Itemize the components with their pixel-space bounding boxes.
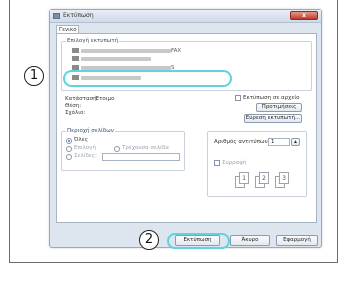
copies-input[interactable]: 1 <box>268 138 290 146</box>
collate-checkbox[interactable] <box>214 160 220 166</box>
redacted-name <box>81 65 171 70</box>
printer-icon <box>53 13 60 19</box>
copies-label: Αριθμός αντιτύπων: <box>214 139 270 145</box>
print-dialog: Εκτύπωση x Γενικό Επιλογή εκτυπωτή FAX S… <box>49 9 322 248</box>
location-label: Θέση: <box>65 103 82 109</box>
cancel-button[interactable]: Άκυρο <box>230 235 270 246</box>
printer-item-hidden <box>72 56 151 63</box>
print-to-file-label: Εκτύπωση σε αρχείο <box>243 95 300 101</box>
copies-stepper[interactable]: ▴ <box>291 138 300 146</box>
copies-value: 1 <box>271 139 275 145</box>
dialog-title: Εκτύπωση <box>63 12 94 19</box>
selection-label: Επιλογή <box>74 145 97 151</box>
current-page-radio[interactable] <box>114 146 120 152</box>
pages-input[interactable] <box>102 153 180 161</box>
all-pages-label: Όλες <box>74 137 88 143</box>
current-page-label: Τρέχουσα σελίδα <box>122 145 169 151</box>
printer-select-title: Επιλογή εκτυπωτή <box>66 38 120 44</box>
apply-button[interactable]: Εφαρμογή <box>276 235 318 246</box>
page-range-group: Περιοχή σελίδων Όλες Επιλογή Τρέχουσα σε… <box>61 128 185 171</box>
collate-page: 2 <box>259 172 269 184</box>
frame-left-line <box>9 0 10 263</box>
preferences-button[interactable]: Προτιμήσεις <box>256 103 302 112</box>
selection-radio[interactable] <box>66 146 72 152</box>
collate-page: 3 <box>279 172 289 184</box>
printer-highlight <box>63 70 232 87</box>
title-bar: Εκτύπωση x <box>50 10 321 23</box>
frame-bottom-line <box>9 262 338 263</box>
pages-radio[interactable] <box>66 154 72 160</box>
close-button[interactable]: x <box>290 11 318 20</box>
printer-icon <box>72 56 79 61</box>
status-value: Έτοιμο <box>95 96 115 102</box>
redacted-name <box>81 48 171 53</box>
find-printer-button[interactable]: Εύρεση εκτυπωτή... <box>244 114 302 123</box>
collate-illustration: 1 1 2 2 3 3 <box>221 168 289 190</box>
callout-two: 2 <box>139 230 159 250</box>
printer-suffix: FAX <box>171 48 182 54</box>
redacted-name <box>81 56 151 61</box>
status-label: Κατάσταση: <box>65 96 99 102</box>
frame-right-line <box>337 0 338 263</box>
printer-icon <box>72 48 79 53</box>
general-panel: Επιλογή εκτυπωτή FAX S Κατάσταση: Έτοιμο… <box>56 33 317 223</box>
comment-label: Σχόλιο: <box>65 110 86 116</box>
collate-label: Συρραφή <box>222 160 247 166</box>
all-pages-radio[interactable] <box>66 138 72 144</box>
pages-label: Σελίδες: <box>74 153 97 159</box>
callout-one: 1 <box>24 66 44 86</box>
page-range-title: Περιοχή σελίδων <box>66 128 115 134</box>
print-to-file-checkbox[interactable] <box>235 95 241 101</box>
print-button-highlight <box>167 233 230 249</box>
printer-item-fax[interactable]: FAX <box>72 48 181 55</box>
collate-page: 1 <box>239 172 249 184</box>
